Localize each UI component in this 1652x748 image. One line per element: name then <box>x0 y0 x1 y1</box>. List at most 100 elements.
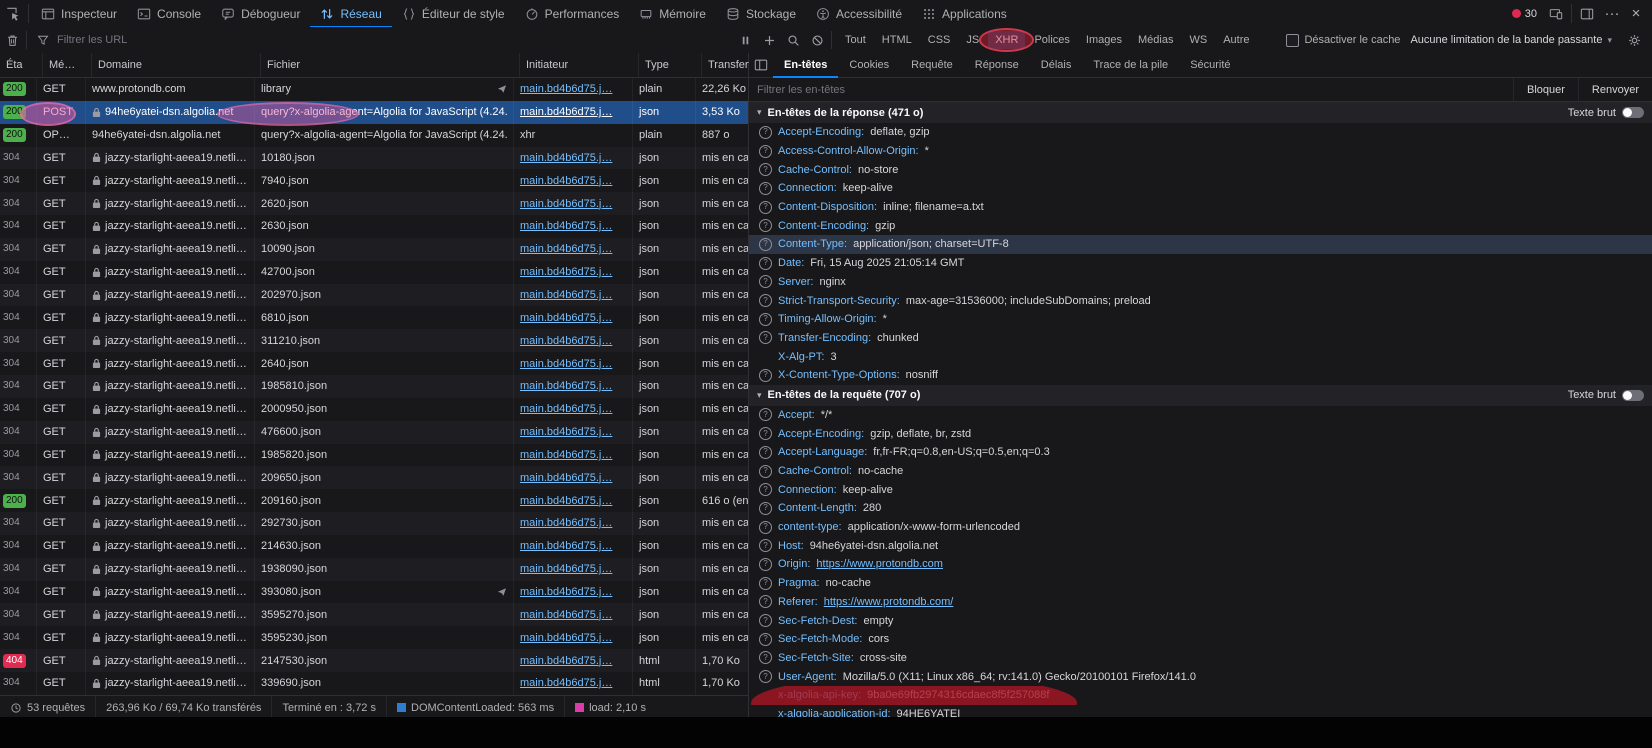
initiator-link[interactable]: main.bd4b6d75.j… <box>520 243 612 255</box>
headers-filter-input[interactable] <box>749 84 985 96</box>
toolbox-tab-reseau[interactable]: Réseau <box>310 0 391 27</box>
responsive-design-button[interactable] <box>1543 7 1569 21</box>
initiator-link[interactable]: main.bd4b6d75.j… <box>520 586 612 598</box>
request-row[interactable]: 304GETjazzy-starlight-aeea19.netli…20009… <box>0 398 748 421</box>
initiator-link[interactable]: main.bd4b6d75.j… <box>520 152 612 164</box>
help-icon[interactable]: ? <box>759 408 772 421</box>
request-header-row[interactable]: ?Cache-Control:no-cache <box>749 462 1652 481</box>
request-row[interactable]: 304GETjazzy-starlight-aeea19.netli…35952… <box>0 603 748 626</box>
filter-ws-button[interactable]: WS <box>1182 31 1214 49</box>
help-icon[interactable]: ? <box>759 126 772 139</box>
request-header-section-header[interactable]: ▾En-têtes de la requête (707 o)Texte bru… <box>749 385 1652 406</box>
request-row[interactable]: 304GETjazzy-starlight-aeea19.netli…33969… <box>0 672 748 695</box>
request-header-row[interactable]: ?Accept-Encoding:gzip, deflate, br, zstd <box>749 424 1652 443</box>
block-url-button[interactable]: Bloquer <box>1513 78 1578 101</box>
detail-tab-trace-de-la-pile[interactable]: Trace de la pile <box>1082 53 1179 77</box>
initiator-link[interactable]: main.bd4b6d75.j… <box>520 289 612 301</box>
request-row[interactable]: 304GETjazzy-starlight-aeea19.netli…2620.… <box>0 192 748 215</box>
initiator-link[interactable]: main.bd4b6d75.j… <box>520 449 612 461</box>
initiator-link[interactable]: main.bd4b6d75.j… <box>520 403 612 415</box>
filter-css-button[interactable]: CSS <box>921 31 958 49</box>
help-icon[interactable]: ? <box>759 238 772 251</box>
detail-tab-en-tetes[interactable]: En-têtes <box>773 53 838 77</box>
toolbox-tab-stockage[interactable]: Stockage <box>716 0 806 27</box>
initiator-link[interactable]: main.bd4b6d75.j… <box>520 358 612 370</box>
request-header-row[interactable]: ?Accept-Language:fr,fr-FR;q=0.8,en-US;q=… <box>749 443 1652 462</box>
response-header-row[interactable]: X-Alg-PT:3 <box>749 347 1652 366</box>
initiator-link[interactable]: main.bd4b6d75.j… <box>520 563 612 575</box>
request-header-row[interactable]: x-algolia-api-key:9ba0e69fb2974316cdaec8… <box>749 686 1652 705</box>
request-row[interactable]: 304GETjazzy-starlight-aeea19.netli…7940.… <box>0 169 748 192</box>
meatball-menu-button[interactable]: ··· <box>1600 5 1624 22</box>
filter-images-button[interactable]: Images <box>1079 31 1129 49</box>
help-icon[interactable]: ? <box>759 651 772 664</box>
filter-autre-button[interactable]: Autre <box>1216 31 1256 49</box>
request-header-row[interactable]: x-algolia-application-id:94HE6YATEI <box>749 705 1652 717</box>
clear-requests-button[interactable] <box>0 27 24 53</box>
column-header-4[interactable]: Initiateur <box>520 53 639 77</box>
response-header-row[interactable]: ?X-Content-Type-Options:nosniff <box>749 366 1652 385</box>
filter-polices-button[interactable]: Polices <box>1027 31 1076 49</box>
request-row[interactable]: 304GETjazzy-starlight-aeea19.netli…47660… <box>0 421 748 444</box>
error-count-badge[interactable]: 30 <box>1506 8 1543 20</box>
request-row[interactable]: 304GETjazzy-starlight-aeea19.netli…20965… <box>0 466 748 489</box>
filter-html-button[interactable]: HTML <box>875 31 919 49</box>
request-row[interactable]: 304GETjazzy-starlight-aeea19.netli…10180… <box>0 147 748 170</box>
toolbox-tab-editeur-de-style[interactable]: Éditeur de style <box>392 0 515 27</box>
response-header-row[interactable]: ?Connection:keep-alive <box>749 179 1652 198</box>
help-icon[interactable]: ? <box>759 294 772 307</box>
request-row[interactable]: 304GETjazzy-starlight-aeea19.netli…31121… <box>0 329 748 352</box>
request-header-row[interactable]: ?Sec-Fetch-Site:cross-site <box>749 649 1652 668</box>
help-icon[interactable]: ? <box>759 577 772 590</box>
response-header-row[interactable]: ?Accept-Encoding:deflate, gzip <box>749 123 1652 142</box>
request-header-row[interactable]: ?Sec-Fetch-Dest:empty <box>749 611 1652 630</box>
initiator-link[interactable]: main.bd4b6d75.j… <box>520 632 612 644</box>
initiator-link[interactable]: main.bd4b6d75.j… <box>520 83 612 95</box>
initiator-link[interactable]: main.bd4b6d75.j… <box>520 198 612 210</box>
raw-toggle[interactable] <box>1622 390 1644 401</box>
toolbox-tab-console[interactable]: Console <box>127 0 211 27</box>
response-header-section-header[interactable]: ▾En-têtes de la réponse (471 o)Texte bru… <box>749 102 1652 123</box>
column-header-1[interactable]: Mé… <box>43 53 92 77</box>
request-row[interactable]: 304GETjazzy-starlight-aeea19.netli…20297… <box>0 284 748 307</box>
request-header-row[interactable]: ?Host:94he6yatei-dsn.algolia.net <box>749 536 1652 555</box>
toolbox-tab-accessibilite[interactable]: Accessibilité <box>806 0 912 27</box>
help-icon[interactable]: ? <box>759 539 772 552</box>
request-row[interactable]: 200POST94he6yatei-dsn.algolia.netquery?x… <box>0 101 748 124</box>
pick-element-button[interactable] <box>0 0 26 27</box>
request-row[interactable]: 304GETjazzy-starlight-aeea19.netli…21463… <box>0 535 748 558</box>
request-row[interactable]: 200OP…94he6yatei-dsn.algolia.netquery?x-… <box>0 124 748 147</box>
help-icon[interactable]: ? <box>759 633 772 646</box>
request-header-row[interactable]: ?Sec-Fetch-Mode:cors <box>749 630 1652 649</box>
response-header-row[interactable]: ?Content-Type:application/json; charset=… <box>749 235 1652 254</box>
resend-button[interactable]: Renvoyer <box>1578 78 1652 101</box>
request-row[interactable]: 304GETjazzy-starlight-aeea19.netli…19858… <box>0 375 748 398</box>
column-header-2[interactable]: Domaine <box>92 53 261 77</box>
request-row[interactable]: 404GETjazzy-starlight-aeea19.netli…21475… <box>0 649 748 672</box>
initiator-link[interactable]: main.bd4b6d75.j… <box>520 540 612 552</box>
column-header-5[interactable]: Type <box>639 53 702 77</box>
help-icon[interactable]: ? <box>759 614 772 627</box>
split-panel-button[interactable] <box>749 53 773 77</box>
filter-medias-button[interactable]: Médias <box>1131 31 1180 49</box>
response-header-row[interactable]: ?Content-Encoding:gzip <box>749 216 1652 235</box>
filter-tout-button[interactable]: Tout <box>838 31 873 49</box>
header-value[interactable]: https://www.protondb.com <box>816 558 943 570</box>
request-header-row[interactable]: ?Accept:*/* <box>749 406 1652 425</box>
initiator-link[interactable]: main.bd4b6d75.j… <box>520 655 612 667</box>
help-icon[interactable]: ? <box>759 427 772 440</box>
help-icon[interactable]: ? <box>759 483 772 496</box>
help-icon[interactable]: ? <box>759 521 772 534</box>
request-row[interactable]: 304GETjazzy-starlight-aeea19.netli…19858… <box>0 444 748 467</box>
toolbox-tab-debogueur[interactable]: Débogueur <box>211 0 310 27</box>
detail-tab-reponse[interactable]: Réponse <box>964 53 1030 77</box>
response-header-row[interactable]: ?Content-Disposition:inline; filename=a.… <box>749 198 1652 217</box>
response-header-row[interactable]: ?Server:nginx <box>749 273 1652 292</box>
help-icon[interactable]: ? <box>759 446 772 459</box>
help-icon[interactable]: ? <box>759 219 772 232</box>
detail-tab-delais[interactable]: Délais <box>1030 53 1083 77</box>
request-row[interactable]: 304GETjazzy-starlight-aeea19.netli…6810.… <box>0 306 748 329</box>
initiator-link[interactable]: main.bd4b6d75.j… <box>520 266 612 278</box>
detail-tab-cookies[interactable]: Cookies <box>838 53 900 77</box>
header-value[interactable]: https://www.protondb.com/ <box>824 596 954 608</box>
